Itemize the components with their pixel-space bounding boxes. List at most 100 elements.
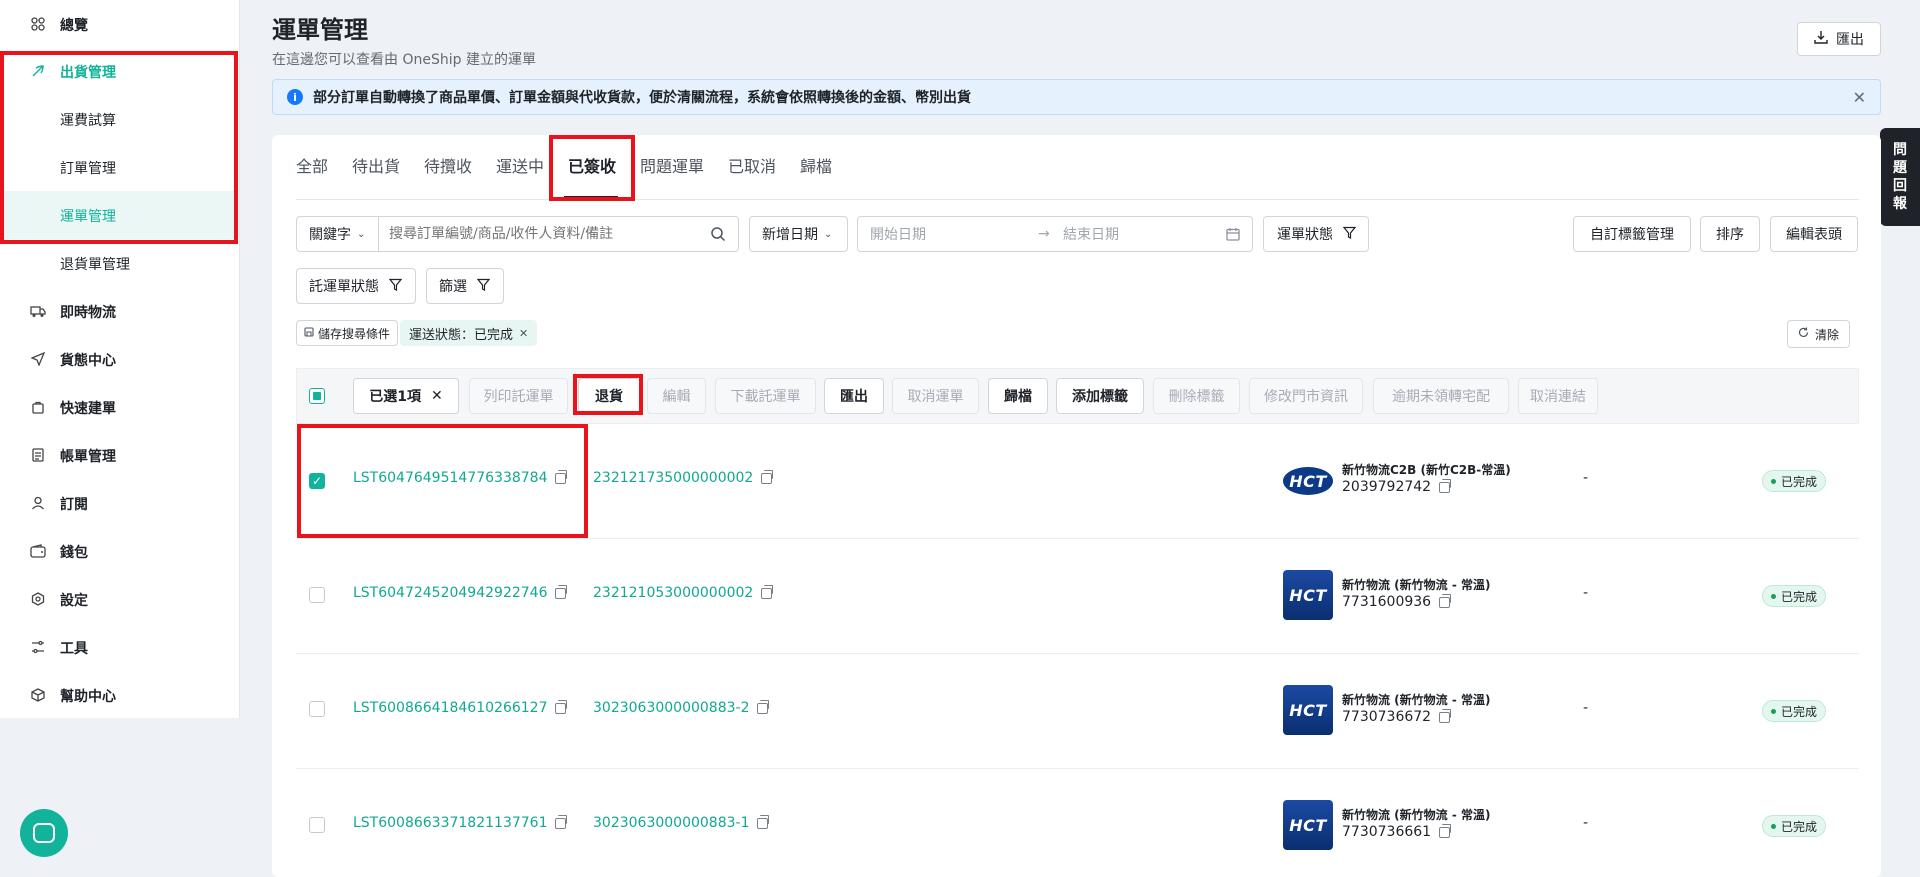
shipment-id-link[interactable]: LST6047245204942922746 [353, 584, 568, 601]
sidebar-item-status-center[interactable]: 貨態中心 [0, 335, 238, 383]
tab-in-transit[interactable]: 運送中 [496, 153, 544, 177]
close-icon[interactable]: ✕ [1853, 88, 1866, 107]
copy-icon[interactable] [757, 814, 770, 829]
cancel-link-label: 取消連結 [1530, 389, 1586, 405]
row-checkbox[interactable] [309, 701, 325, 717]
download-consignment-button[interactable]: 下載託運單 [715, 378, 816, 414]
sidebar-item-wallet[interactable]: 錢包 [0, 527, 238, 575]
tab-pending-pickup[interactable]: 待攬收 [424, 153, 472, 177]
edit-button[interactable]: 編輯 [647, 378, 706, 414]
table-row[interactable]: LST6008663371821137761 3023063000000883-… [296, 769, 1859, 877]
cancel-link-button[interactable]: 取消連結 [1518, 378, 1598, 414]
add-tag-button[interactable]: 添加標籤 [1056, 378, 1144, 414]
export-selected-button[interactable]: 匯出 [824, 378, 884, 414]
order-id-link[interactable]: 3023063000000883-1 [593, 814, 770, 831]
close-icon[interactable]: ✕ [431, 388, 443, 404]
save-search-button[interactable]: 儲存搜尋條件 [296, 320, 399, 346]
shipment-status-filter[interactable]: 運單狀態 [1263, 216, 1369, 252]
feedback-char: 題 [1893, 160, 1907, 176]
sidebar-item-shipping[interactable]: 出貨管理 [0, 47, 238, 95]
shipment-id: LST6047649514776338784 [353, 470, 548, 486]
consignment-status-filter[interactable]: 託運單狀態 [296, 268, 416, 304]
date-type-dropdown[interactable]: 新增日期 ⌄ [749, 216, 848, 252]
copy-icon[interactable] [1439, 708, 1452, 723]
sidebar-item-label: 運單管理 [60, 209, 116, 225]
copy-icon[interactable] [1439, 478, 1452, 493]
tab-all[interactable]: 全部 [296, 153, 328, 177]
edit-store-info-button[interactable]: 修改門市資訊 [1249, 378, 1363, 414]
chat-support-button[interactable] [20, 809, 68, 857]
print-consignment-button[interactable]: 列印託運單 [469, 378, 568, 414]
overdue-to-home-label: 逾期未領轉宅配 [1392, 389, 1490, 405]
sidebar-item-order-management[interactable]: 訂單管理 [0, 143, 238, 191]
tab-archived[interactable]: 歸檔 [800, 153, 832, 177]
send-icon [30, 351, 46, 367]
feedback-tab[interactable]: 問 題 回 報 [1880, 128, 1920, 226]
order-id-link[interactable]: 3023063000000883-2 [593, 699, 770, 716]
shipment-id-link[interactable]: LST6008664184610266127 [353, 699, 568, 716]
filter-button[interactable]: 篩選 [426, 268, 504, 304]
shipment-id-link[interactable]: LST6008663371821137761 [353, 814, 568, 831]
copy-icon[interactable] [1439, 593, 1452, 608]
tab-problem[interactable]: 問題運單 [640, 153, 704, 177]
close-icon[interactable]: ✕ [519, 327, 528, 340]
edit-header-button[interactable]: 編輯表頭 [1770, 216, 1858, 252]
sidebar-item-help-center[interactable]: 幫助中心 [0, 671, 238, 719]
copy-icon[interactable] [555, 699, 568, 714]
custom-tag-management-button[interactable]: 自訂標籤管理 [1573, 216, 1691, 252]
cancel-shipment-button[interactable]: 取消運單 [892, 378, 979, 414]
tab-cancelled[interactable]: 已取消 [728, 153, 776, 177]
order-id-link[interactable]: 232121053000000002 [593, 584, 774, 601]
sidebar-item-shipping-estimate[interactable]: 運費試算 [0, 95, 238, 143]
row-checkbox[interactable] [309, 587, 325, 603]
export-button[interactable]: 匯出 [1797, 22, 1881, 56]
row-checkbox[interactable]: ✓ [309, 473, 325, 489]
selected-count-label: 已選1項 [369, 389, 421, 405]
sidebar-item-billing[interactable]: 帳單管理 [0, 431, 238, 479]
search-icon[interactable] [710, 226, 726, 246]
archive-button[interactable]: 歸檔 [988, 378, 1048, 414]
sidebar-item-realtime-logistics[interactable]: 即時物流 [0, 287, 238, 335]
remove-tag-button[interactable]: 刪除標籤 [1153, 378, 1240, 414]
end-date[interactable]: 結束日期 [1063, 224, 1119, 244]
sidebar-item-settings[interactable]: 設定 [0, 575, 238, 623]
sidebar-item-overview[interactable]: 總覽 [0, 0, 238, 48]
sidebar-item-subscription[interactable]: 訂閱 [0, 479, 238, 527]
row-checkbox[interactable] [309, 817, 325, 833]
order-id-link[interactable]: 232121735000000002 [593, 469, 774, 486]
date-range-picker[interactable]: 開始日期 → 結束日期 [857, 216, 1253, 252]
sort-button[interactable]: 排序 [1700, 216, 1760, 252]
copy-icon[interactable] [555, 814, 568, 829]
return-button[interactable]: 退貨 [578, 378, 640, 414]
clear-filters-button[interactable]: 清除 [1787, 320, 1851, 348]
save-search-label: 儲存搜尋條件 [318, 326, 391, 341]
copy-icon[interactable] [555, 584, 568, 599]
search-input[interactable] [389, 226, 709, 242]
copy-icon[interactable] [555, 469, 568, 484]
keyword-dropdown[interactable]: 關鍵字 ⌄ [297, 217, 379, 251]
overdue-to-home-button[interactable]: 逾期未領轉宅配 [1373, 378, 1509, 414]
banner-text: 部分訂單自動轉換了商品單價、訂單金額與代收貨款，便於清關流程，系統會依照轉換後的… [313, 90, 971, 106]
filter-icon [1342, 226, 1357, 243]
copy-icon[interactable] [757, 699, 770, 714]
shipment-id-link[interactable]: LST6047649514776338784 [353, 469, 568, 486]
sidebar-item-quick-create[interactable]: 快速建單 [0, 383, 238, 431]
consignment-status-label: 託運單狀態 [309, 279, 379, 295]
table-row[interactable]: LST6047245204942922746 23212105300000000… [296, 539, 1859, 654]
copy-icon[interactable] [1439, 823, 1452, 838]
copy-icon[interactable] [761, 584, 774, 599]
select-all-checkbox[interactable] [309, 388, 325, 404]
sidebar-item-tools[interactable]: 工具 [0, 623, 238, 671]
sidebar-item-returns[interactable]: 退貨單管理 [0, 239, 238, 287]
selected-count-button[interactable]: 已選1項 ✕ [353, 378, 459, 414]
table-row[interactable]: LST6008664184610266127 3023063000000883-… [296, 654, 1859, 769]
status-badge: 已完成 [1762, 700, 1827, 722]
tab-pending-shipment[interactable]: 待出貨 [352, 153, 400, 177]
copy-icon[interactable] [761, 469, 774, 484]
print-consignment-label: 列印託運單 [483, 389, 554, 405]
start-date[interactable]: 開始日期 [870, 224, 926, 244]
bag-icon [30, 399, 46, 415]
table-row[interactable]: ✓ LST6047649514776338784 232121735000000… [296, 424, 1859, 539]
tab-delivered[interactable]: 已簽收 [568, 153, 616, 177]
sidebar-item-shipment-management[interactable]: 運單管理 [0, 191, 238, 239]
